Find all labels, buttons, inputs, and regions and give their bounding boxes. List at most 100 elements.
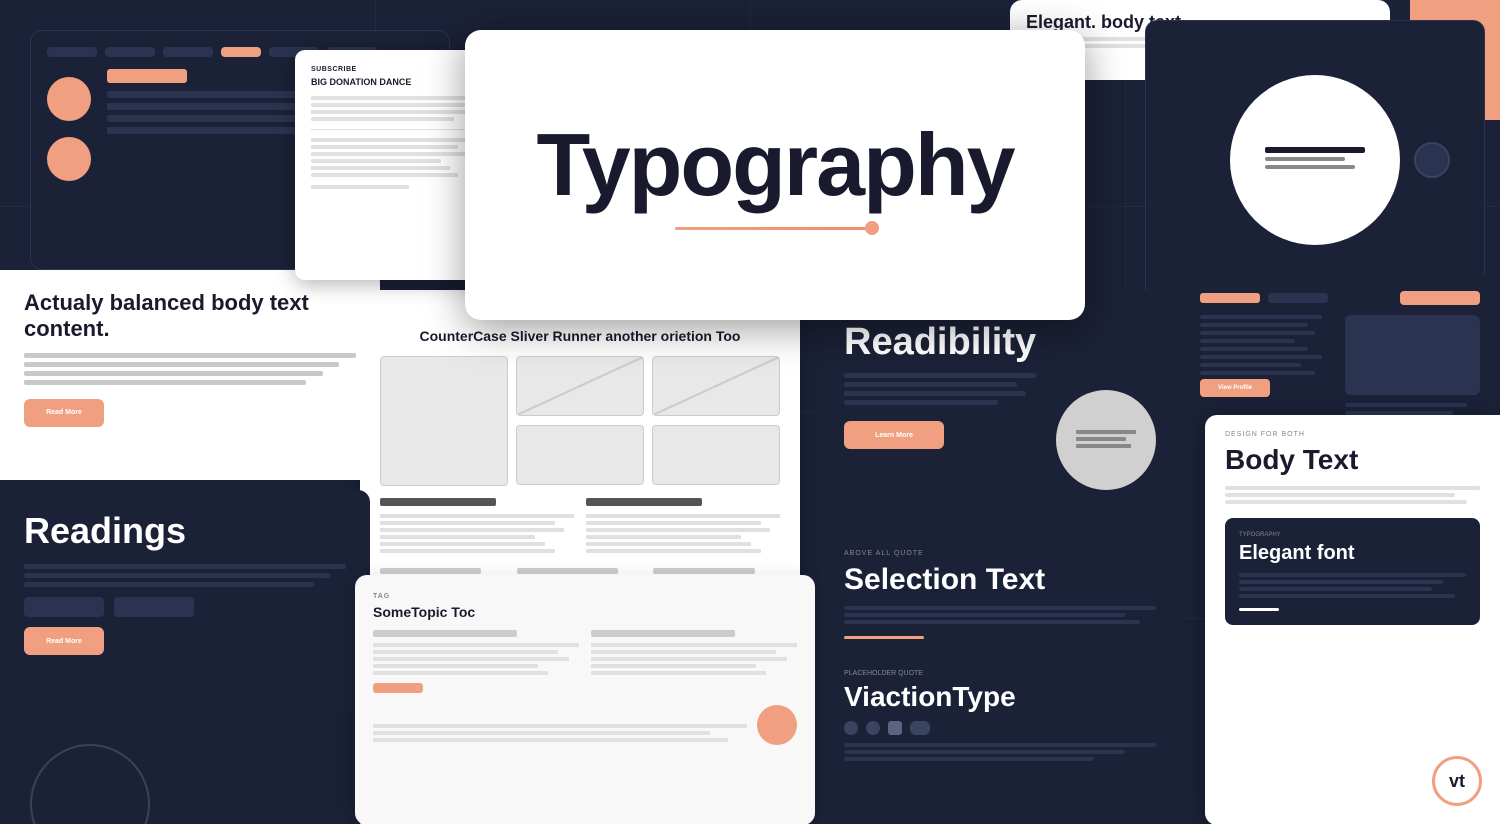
selection-accent-line <box>844 636 924 639</box>
circle-text-lines <box>1265 147 1365 173</box>
bdl-4 <box>1239 594 1455 598</box>
ctl-3 <box>1265 165 1355 169</box>
nav-circles <box>47 69 91 181</box>
ctl-2 <box>1265 157 1345 161</box>
ctl-1 <box>1265 147 1365 153</box>
viaction-tag: PLACEHOLDER QUOTE <box>844 670 1156 677</box>
bodytext-dark-accent <box>1239 608 1279 611</box>
vl-3 <box>844 757 1094 761</box>
wf-col-right-title <box>586 498 702 506</box>
wf-col-right <box>586 498 780 556</box>
card-doc2: TAG SomeTopic Toc <box>355 575 815 824</box>
doc-divider <box>311 129 474 130</box>
rerl-2 <box>844 382 1017 387</box>
profile-left: View Profile <box>1200 315 1335 427</box>
bodytext-lines <box>1225 486 1480 504</box>
nav-item-3 <box>163 47 213 57</box>
vl-2 <box>844 750 1125 754</box>
readings-ctrl-2[interactable] <box>114 597 194 617</box>
viaction-icon-4 <box>910 721 930 735</box>
readings-lines <box>24 564 346 587</box>
main-canvas: Elegant. body text <box>0 0 1500 824</box>
readings-ctrl-1[interactable] <box>24 597 104 617</box>
readings-button-label: Read More <box>46 638 82 645</box>
profile-tab-2[interactable] <box>1268 293 1328 303</box>
viaction-icon-3 <box>888 721 902 735</box>
bdl-2 <box>1239 580 1443 584</box>
wf-col-left <box>380 498 574 556</box>
rerl-4 <box>844 400 998 405</box>
selection-tag: ABOVE ALL QUOTE <box>844 550 1156 557</box>
profile-button[interactable]: View Profile <box>1200 379 1270 397</box>
typography-title: Typography <box>536 121 1013 209</box>
readibility-button[interactable]: Learn More <box>844 421 944 449</box>
bdl-1 <box>1239 573 1466 577</box>
doc2-title: SomeTopic Toc <box>373 604 797 620</box>
doc2-tag: TAG <box>373 593 797 600</box>
typography-accent-line <box>675 227 875 230</box>
rerl-1 <box>844 373 1036 378</box>
card-circle-dark <box>1145 20 1485 300</box>
readings-title: Readings <box>24 510 346 552</box>
selection-lines <box>844 606 1156 624</box>
doc-lines2 <box>311 138 474 177</box>
rerl-3 <box>844 391 1026 396</box>
profile-content-row: View Profile <box>1200 315 1480 427</box>
readibility-btn-label: Learn More <box>875 432 913 439</box>
btl-3 <box>1225 500 1467 504</box>
nav-item-1 <box>47 47 97 57</box>
profile-tab-active[interactable] <box>1200 293 1260 303</box>
vl-1 <box>844 743 1156 747</box>
rl-3 <box>24 582 314 587</box>
doc2-line-4 <box>311 159 441 163</box>
wf-col-left-title <box>380 498 496 506</box>
doc-bottom-line <box>311 185 409 189</box>
doc2-col-1 <box>373 630 579 693</box>
doc2-line-1 <box>311 138 474 142</box>
sl-3 <box>844 620 1140 624</box>
card-typography: Typography <box>465 30 1085 320</box>
card-balanced: Actualy balanced body text content. Read… <box>0 270 380 480</box>
bodytext-tag: DESIGN FOR BOTH <box>1225 431 1480 438</box>
wf-box-bot-right <box>652 425 780 485</box>
balanced-button[interactable]: Read More <box>24 399 104 427</box>
doc2-line-2 <box>311 145 458 149</box>
bl-2 <box>24 362 339 367</box>
bodytext-dark-title: Elegant font <box>1239 542 1466 565</box>
bodytext-title: Body Text <box>1225 444 1480 476</box>
doc2-col-2 <box>591 630 797 693</box>
viaction-lines <box>844 743 1156 761</box>
sl-2 <box>844 613 1125 617</box>
wf-grid <box>380 356 780 486</box>
bodytext-dark-tag: TYPOGRAPHY <box>1239 532 1466 538</box>
circle-dot-right <box>1414 142 1450 178</box>
wf-col2 <box>380 498 780 556</box>
btl-1 <box>1225 486 1480 490</box>
typography-dot <box>865 221 879 235</box>
doc-line-2 <box>311 103 466 107</box>
profile-image <box>1345 315 1480 395</box>
card-viaction: PLACEHOLDER QUOTE ViactionType <box>820 650 1180 824</box>
nav-item-2 <box>105 47 155 57</box>
profile-action-btn[interactable] <box>1400 291 1480 305</box>
nav-item-active <box>221 47 261 57</box>
doc-lines <box>311 96 474 121</box>
doc2-orange-btn[interactable] <box>373 683 423 693</box>
nav-title-bar <box>107 69 187 83</box>
balanced-button-label: Read More <box>46 409 82 416</box>
bodytext-dark-lines <box>1239 573 1466 598</box>
readings-button[interactable]: Read More <box>24 627 104 655</box>
rl-1 <box>24 564 346 569</box>
doc-line-1 <box>311 96 474 100</box>
doc2-bottom-row <box>373 705 797 745</box>
wf-col-left-lines <box>380 514 574 553</box>
profile-tab-row <box>1200 291 1480 305</box>
bl-4 <box>24 380 306 385</box>
wf-box-bot-mid <box>516 425 644 485</box>
doc2-line-3 <box>311 152 466 156</box>
doc-line-3 <box>311 110 474 114</box>
nav-circle-1 <box>47 77 91 121</box>
white-circle <box>1230 75 1400 245</box>
wf-box-top-mid <box>516 356 644 416</box>
articles-badge: articles by : vt <box>1353 756 1482 806</box>
